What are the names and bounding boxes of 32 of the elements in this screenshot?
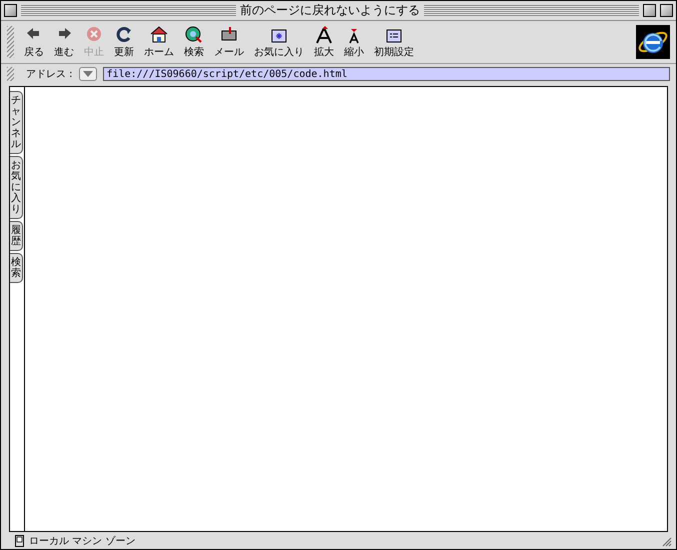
toolbar-button[interactable]: 初期設定 bbox=[372, 25, 416, 59]
toolbar-icon bbox=[184, 25, 204, 45]
zoom-box[interactable] bbox=[643, 4, 656, 17]
toolbar-button[interactable]: 更新 bbox=[112, 25, 136, 59]
toolbar-icon bbox=[114, 25, 134, 45]
dropdown-button[interactable] bbox=[78, 67, 97, 81]
side-tab[interactable]: 履歴 bbox=[10, 221, 23, 251]
close-box[interactable] bbox=[4, 4, 17, 17]
window-title: 前のページに戻れないようにする bbox=[240, 2, 420, 19]
toolbar-button[interactable]: 拡大 bbox=[312, 25, 336, 59]
toolbar-button[interactable]: ホーム bbox=[142, 25, 176, 59]
computer-icon bbox=[15, 534, 24, 546]
address-label: アドレス : bbox=[26, 68, 73, 81]
toolbar-icon bbox=[314, 25, 334, 45]
address-field[interactable]: file:///IS09660/script/etc/005/code.html bbox=[102, 67, 670, 81]
side-tab[interactable]: 検索 bbox=[10, 253, 23, 283]
toolbar-button[interactable]: 縮小 bbox=[342, 25, 366, 59]
toolbar-button[interactable]: お気に入り bbox=[252, 25, 306, 59]
side-tab[interactable]: チャンネル bbox=[10, 91, 23, 154]
collapse-box[interactable] bbox=[660, 4, 673, 17]
resize-handle-icon[interactable] bbox=[660, 534, 672, 546]
grip-icon[interactable] bbox=[7, 26, 14, 58]
browser-logo-icon bbox=[636, 25, 670, 59]
toolbar-button[interactable]: 検索 bbox=[182, 25, 206, 59]
grip-icon[interactable] bbox=[7, 67, 14, 81]
side-tab[interactable]: お気に入り bbox=[10, 156, 23, 219]
caret-icon bbox=[82, 71, 93, 77]
toolbar-icon bbox=[149, 25, 169, 45]
status-text: ローカル マシン ゾーン bbox=[29, 534, 136, 548]
toolbar-button[interactable]: 進む bbox=[52, 25, 76, 59]
toolbar-button[interactable]: 戻る bbox=[22, 25, 46, 59]
toolbar-button[interactable]: メール bbox=[212, 25, 246, 59]
